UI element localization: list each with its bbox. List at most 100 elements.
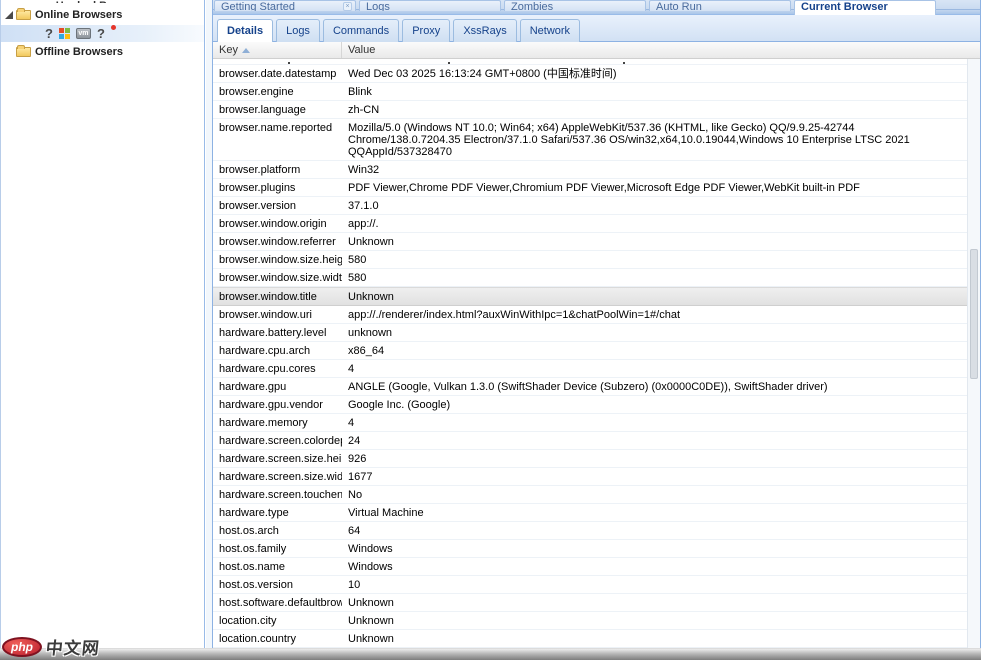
grid-row[interactable]: hardware.cpu.cores 4 <box>213 360 967 378</box>
row-value: Win32 <box>342 161 967 178</box>
grid-row[interactable]: hardware.gpu.vendor Google Inc. (Google) <box>213 396 967 414</box>
grid-row[interactable]: host.os.version 10 <box>213 576 967 594</box>
detail-tab[interactable]: Proxy <box>402 19 450 42</box>
column-header-value[interactable]: Value <box>342 44 980 56</box>
main-tab[interactable]: Zombies × <box>504 0 646 11</box>
detail-tab[interactable]: Logs <box>276 19 320 42</box>
browser-detail-tab-bar: Details Logs Commands Proxy XssRays <box>213 15 980 42</box>
row-value: No <box>342 486 967 503</box>
tree-node-offline-browsers[interactable]: Offline Browsers <box>1 44 204 59</box>
tree-node-online-browsers[interactable]: Online Browsers <box>1 7 204 22</box>
grid-row[interactable]: host.os.name Windows <box>213 558 967 576</box>
row-key: browser.window.referrer <box>213 233 342 250</box>
row-key: location.country <box>213 630 342 647</box>
main-tab[interactable]: Auto Run × <box>649 0 791 11</box>
details-grid: browser.date.datestamp Wed Dec 03 2025 1… <box>213 59 980 649</box>
tree-expand-icon[interactable] <box>5 11 13 19</box>
row-value: Wed Dec 03 2025 16:13:24 GMT+0800 (中国标准时… <box>342 65 967 82</box>
main-tab[interactable]: Getting Started × <box>214 0 356 11</box>
row-key: hardware.screen.size.hei... <box>213 450 342 467</box>
question-icon: ? <box>45 27 53 40</box>
grid-row[interactable]: browser.window.uri app://./renderer/inde… <box>213 306 967 324</box>
hooked-browsers-header-label: Hooked Browsers <box>56 0 150 3</box>
row-value: unknown <box>342 324 967 341</box>
alert-dot-icon <box>111 25 116 30</box>
row-key: hardware.gpu.vendor <box>213 396 342 413</box>
main-tab[interactable]: Current Browser × <box>794 0 936 15</box>
tree-node-label: Offline Browsers <box>35 46 123 58</box>
column-header-key[interactable]: Key <box>213 42 342 58</box>
row-key: browser.platform <box>213 161 342 178</box>
grid-row[interactable]: browser.platform Win32 <box>213 161 967 179</box>
grid-row[interactable]: browser.window.size.height 580 <box>213 251 967 269</box>
grid-row[interactable]: hardware.battery.level unknown <box>213 324 967 342</box>
grid-row[interactable]: host.software.defaultbrow... Unknown <box>213 594 967 612</box>
detail-tab[interactable]: XssRays <box>453 19 516 42</box>
grid-row[interactable]: hardware.screen.touchen... No <box>213 486 967 504</box>
row-value: Windows <box>342 558 967 575</box>
detail-tab-label: Proxy <box>412 25 440 37</box>
main-tab-label: Current Browser <box>801 1 888 13</box>
grid-row[interactable]: hardware.memory 4 <box>213 414 967 432</box>
grid-row[interactable]: browser.plugins PDF Viewer,Chrome PDF Vi… <box>213 179 967 197</box>
grid-row[interactable]: hardware.screen.size.width 1677 <box>213 468 967 486</box>
vertical-scrollbar[interactable] <box>967 59 980 649</box>
tree-node-hooked-browser[interactable]: ? vm ? <box>1 25 204 42</box>
scrollbar-thumb[interactable] <box>970 249 978 379</box>
column-header-key-label: Key <box>219 44 238 56</box>
detail-tab[interactable]: Commands <box>323 19 399 42</box>
grid-row[interactable]: browser.engine Blink <box>213 83 967 101</box>
row-value: 24 <box>342 432 967 449</box>
row-key: hardware.gpu <box>213 378 342 395</box>
row-key: hardware.screen.touchen... <box>213 486 342 503</box>
grid-row[interactable]: browser.window.title Unknown <box>213 287 967 306</box>
row-key: browser.window.size.width <box>213 269 342 286</box>
column-header-value-label: Value <box>348 44 375 56</box>
row-key: browser.window.title <box>213 288 342 305</box>
grid-row[interactable]: browser.window.origin app://. <box>213 215 967 233</box>
detail-tab[interactable]: Details <box>217 19 273 42</box>
grid-row[interactable]: browser.name.reported Mozilla/5.0 (Windo… <box>213 119 967 161</box>
bottom-bar <box>0 648 981 660</box>
grid-row[interactable]: location.city Unknown <box>213 612 967 630</box>
tree-node-label: Online Browsers <box>35 9 122 21</box>
row-key: host.software.defaultbrow... <box>213 594 342 611</box>
row-value: Blink <box>342 83 967 100</box>
grid-row[interactable]: browser.window.size.width 580 <box>213 269 967 287</box>
grid-row[interactable]: location.country Unknown <box>213 630 967 648</box>
row-key: browser.engine <box>213 83 342 100</box>
grid-row[interactable]: host.os.family Windows <box>213 540 967 558</box>
question-icon: ? <box>97 26 105 41</box>
row-value: 4 <box>342 360 967 377</box>
row-value: Unknown <box>342 594 967 611</box>
grid-row[interactable]: hardware.type Virtual Machine <box>213 504 967 522</box>
grid-row[interactable]: hardware.cpu.arch x86_64 <box>213 342 967 360</box>
row-value: 580 <box>342 251 967 268</box>
row-key: host.os.family <box>213 540 342 557</box>
row-value: Unknown <box>342 612 967 629</box>
clipped-row <box>213 59 967 65</box>
grid-row[interactable]: hardware.screen.size.hei... 926 <box>213 450 967 468</box>
detail-tab[interactable]: Network <box>520 19 580 42</box>
main-tab[interactable]: Logs × <box>359 0 501 11</box>
row-value: 10 <box>342 576 967 593</box>
grid-row[interactable]: browser.language zh-CN <box>213 101 967 119</box>
grid-row[interactable]: hardware.gpu ANGLE (Google, Vulkan 1.3.0… <box>213 378 967 396</box>
beef-control-panel: Hooked Browsers Online Browsers ? vm ? <box>0 0 981 660</box>
row-value: app://. <box>342 215 967 232</box>
grid-row[interactable]: browser.version 37.1.0 <box>213 197 967 215</box>
grid-row[interactable]: host.os.arch 64 <box>213 522 967 540</box>
grid-row[interactable]: browser.window.referrer Unknown <box>213 233 967 251</box>
row-key: browser.window.uri <box>213 306 342 323</box>
row-value: ANGLE (Google, Vulkan 1.3.0 (SwiftShader… <box>342 378 967 395</box>
row-value: 4 <box>342 414 967 431</box>
row-key: hardware.memory <box>213 414 342 431</box>
grid-row[interactable]: hardware.screen.colordepth 24 <box>213 432 967 450</box>
grid-header: Key Value <box>213 42 980 59</box>
folder-icon <box>16 10 31 20</box>
grid-row[interactable]: browser.date.datestamp Wed Dec 03 2025 1… <box>213 65 967 83</box>
row-value: Unknown <box>342 630 967 647</box>
main-tab-label: Auto Run <box>656 1 702 11</box>
row-key: host.os.name <box>213 558 342 575</box>
tab-close-icon[interactable]: × <box>343 2 352 11</box>
